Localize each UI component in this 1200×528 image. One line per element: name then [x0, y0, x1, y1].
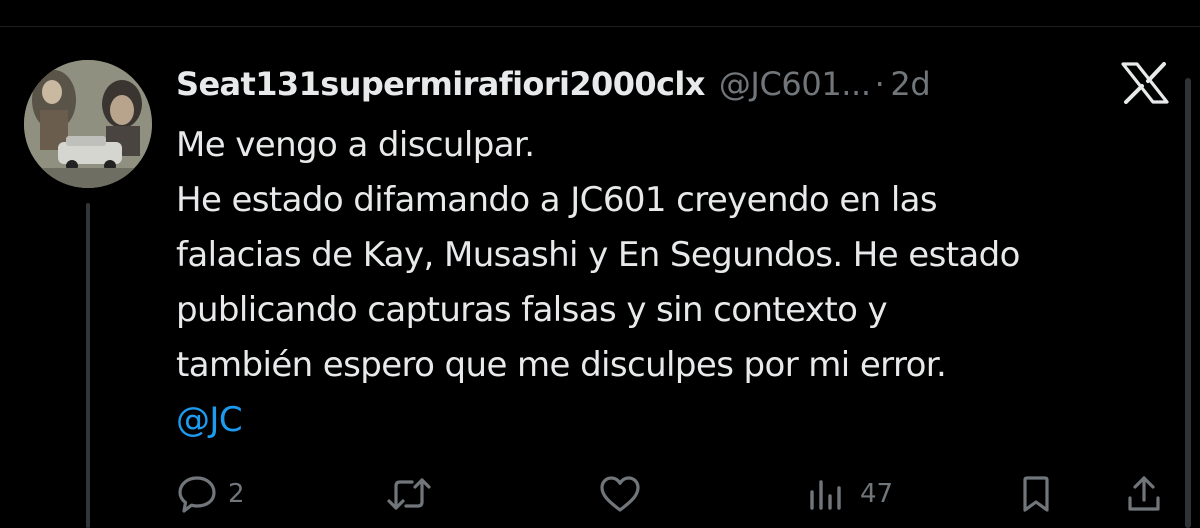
- tweet-line: Me vengo a disculpar.: [176, 125, 535, 165]
- tweet-header: Seat131supermirafiori2000clx @JC601... ·…: [176, 62, 931, 106]
- scrollbar[interactable]: [1185, 78, 1191, 528]
- user-handle[interactable]: @JC601...: [719, 65, 871, 103]
- reply-button[interactable]: 2: [176, 470, 245, 518]
- views-button[interactable]: 47: [806, 470, 893, 518]
- mention-link[interactable]: @JC: [176, 393, 1176, 448]
- tweet-text: Me vengo a disculpar. He estado difamand…: [176, 118, 1176, 448]
- display-name[interactable]: Seat131supermirafiori2000clx: [176, 65, 705, 103]
- views-count: 47: [860, 479, 894, 509]
- bookmark-button[interactable]: [1016, 470, 1056, 518]
- timestamp[interactable]: 2d: [890, 65, 930, 103]
- tweet-line: publicando capturas falsas y sin context…: [176, 290, 888, 330]
- share-button[interactable]: [1124, 470, 1164, 518]
- heart-icon: [598, 474, 642, 514]
- reply-icon: [176, 474, 218, 514]
- tweet-line: He estado difamando a JC601 creyendo en …: [176, 180, 938, 220]
- avatar[interactable]: [24, 60, 152, 188]
- retweet-icon: [386, 474, 432, 514]
- views-chart-icon: [806, 474, 850, 514]
- share-icon: [1124, 474, 1164, 514]
- tweet-line: falacias de Kay, Musashi y En Segundos. …: [176, 235, 1020, 275]
- bookmark-icon: [1016, 474, 1056, 514]
- retweet-button[interactable]: [386, 470, 432, 518]
- tweet-line: también espero que me disculpes por mi e…: [176, 345, 947, 385]
- x-logo-icon: [1120, 62, 1170, 104]
- action-bar: 2 47: [0, 470, 1200, 518]
- header-separator: ·: [874, 65, 885, 103]
- avatar-photo: [24, 60, 152, 188]
- reply-count: 2: [228, 479, 245, 509]
- top-divider: [0, 26, 1200, 27]
- like-button[interactable]: [598, 470, 642, 518]
